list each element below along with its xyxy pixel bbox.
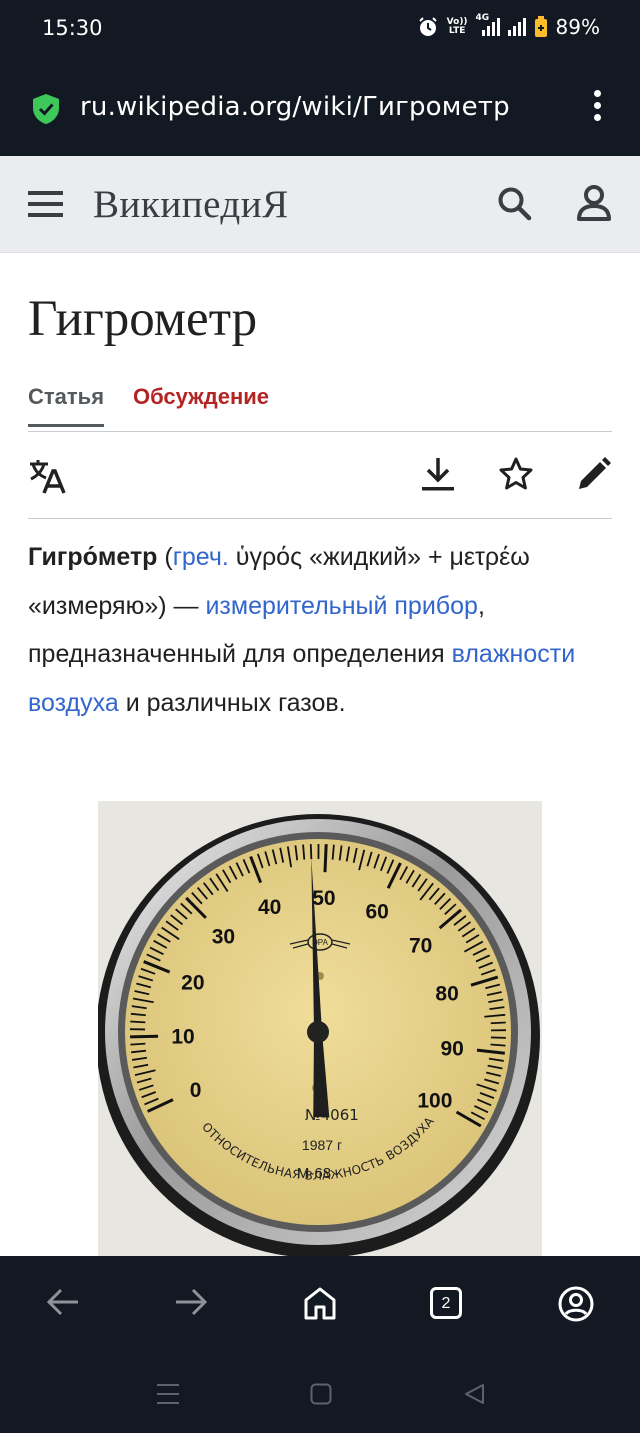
article-tabs: Статья Обсуждение bbox=[28, 384, 612, 432]
page-title: Гигрометр bbox=[28, 291, 258, 347]
scale-label: 50 bbox=[312, 887, 335, 910]
home-button-icon[interactable] bbox=[310, 1383, 332, 1405]
link-measuring-device[interactable]: измерительный прибор bbox=[205, 592, 477, 620]
scale-label: 80 bbox=[435, 983, 458, 1006]
account-icon[interactable] bbox=[558, 1286, 594, 1322]
browser-bottom-bar: 2 bbox=[0, 1256, 640, 1433]
shield-check-icon bbox=[33, 94, 59, 124]
needle-hub bbox=[307, 1021, 329, 1043]
browser-url-bar: ru.wikipedia.org/wiki/Гигрометр bbox=[0, 60, 640, 156]
tab-article[interactable]: Статья bbox=[28, 384, 105, 427]
url-text[interactable]: ru.wikipedia.org/wiki/Гигрометр bbox=[80, 92, 510, 122]
scale-tick bbox=[490, 1043, 506, 1047]
scale-label: 40 bbox=[258, 896, 281, 919]
scale-tick bbox=[130, 1020, 146, 1024]
tabs-icon[interactable]: 2 bbox=[430, 1287, 462, 1319]
alarm-icon bbox=[418, 17, 437, 36]
wiki-header: ВикипедиЯ bbox=[0, 156, 640, 253]
wiki-logo[interactable]: ВикипедиЯ bbox=[93, 182, 289, 227]
scale-label: 10 bbox=[171, 1026, 194, 1049]
scale-tick bbox=[331, 844, 335, 860]
scale-label: 100 bbox=[417, 1090, 452, 1113]
status-bar: 15:30 Vo)) LTE 4G 89% bbox=[0, 0, 640, 60]
language-icon[interactable] bbox=[28, 456, 66, 496]
hygrometer-dial: 010203040 5060708090100 ЭРА №4061 1987 г … bbox=[98, 801, 542, 1256]
back-icon[interactable] bbox=[46, 1286, 80, 1318]
more-vertical-icon[interactable] bbox=[592, 90, 602, 126]
home-icon[interactable] bbox=[302, 1286, 338, 1320]
battery-percent: 89% bbox=[555, 15, 600, 39]
term-bold: Гигро́метр bbox=[28, 543, 158, 571]
star-icon[interactable] bbox=[498, 456, 534, 492]
search-icon[interactable] bbox=[497, 186, 533, 222]
status-time: 15:30 bbox=[42, 16, 103, 40]
scale-label: 70 bbox=[409, 934, 432, 957]
scale-tick bbox=[130, 1034, 159, 1039]
scale-label: 20 bbox=[181, 971, 204, 994]
scale-label: 30 bbox=[212, 926, 235, 949]
scale-label: 60 bbox=[366, 901, 389, 924]
page-actions bbox=[28, 452, 612, 519]
article-intro: Гигро́метр (греч. ὑγρός «жидкий» + μετρέ… bbox=[28, 543, 576, 717]
hamburger-icon[interactable] bbox=[28, 190, 64, 218]
scale-label: 90 bbox=[440, 1037, 463, 1060]
scale-tick bbox=[323, 844, 328, 873]
link-greek[interactable]: греч. bbox=[173, 543, 229, 571]
status-icons: Vo)) LTE 4G 89% bbox=[417, 14, 600, 39]
svg-text:№4061: №4061 bbox=[305, 1106, 359, 1124]
battery-icon bbox=[534, 16, 547, 37]
system-back-icon[interactable] bbox=[463, 1383, 485, 1405]
scale-tick bbox=[309, 844, 313, 860]
forward-icon[interactable] bbox=[174, 1286, 208, 1318]
signal-icon: 4G bbox=[476, 14, 500, 36]
scale-label: 0 bbox=[190, 1079, 202, 1102]
download-icon[interactable] bbox=[420, 456, 456, 494]
tab-talk[interactable]: Обсуждение bbox=[133, 384, 269, 410]
svg-text:1987 г: 1987 г bbox=[302, 1137, 342, 1153]
user-icon[interactable] bbox=[576, 184, 612, 222]
volte-icon: Vo)) LTE bbox=[446, 17, 468, 36]
scale-tick bbox=[490, 1021, 506, 1025]
hygrometer-image[interactable]: 0 10 20 30 40 50 60 70 80 90 100 ЭРА №4061 1987 г … bbox=[98, 801, 542, 1256]
scale-tick bbox=[130, 1042, 146, 1046]
recent-apps-icon[interactable] bbox=[156, 1383, 180, 1405]
signal-2-icon bbox=[507, 18, 526, 36]
edit-icon[interactable] bbox=[576, 456, 612, 492]
scale-tick bbox=[302, 844, 306, 860]
